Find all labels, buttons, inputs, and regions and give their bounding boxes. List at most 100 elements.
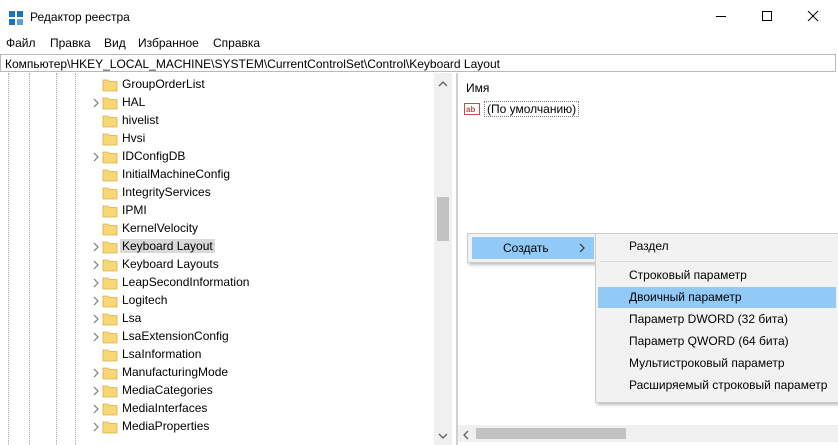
tree-item-label: Logitech: [122, 293, 168, 307]
tree-item-label: Lsa: [122, 311, 142, 325]
registry-tree: GroupOrderList HAL hivelist Hvsi IDConfigDB I…: [0, 73, 456, 445]
tree-item[interactable]: LsaExtensionConfig: [90, 328, 430, 346]
tree-vertical-scrollbar[interactable]: [434, 73, 452, 445]
tree-item[interactable]: IntegrityServices: [90, 184, 430, 202]
create-submenu: Раздел Строковый параметр Двоичный парам…: [595, 233, 838, 403]
menu-bar: Файл Правка Вид Избранное Справка: [0, 34, 838, 54]
tree-item[interactable]: IPMI: [90, 202, 430, 220]
chevron-right-icon[interactable]: [90, 403, 102, 415]
chevron-right-icon[interactable]: [90, 277, 102, 289]
tree-guide-line: [29, 73, 30, 445]
submenu-item-dword[interactable]: Параметр DWORD (32 бита): [598, 309, 836, 330]
tree-scroll-thumb[interactable]: [437, 197, 449, 241]
tree-guide-line: [56, 73, 57, 445]
chevron-right-icon[interactable]: [90, 97, 102, 109]
scroll-up-icon[interactable]: [438, 77, 448, 91]
tree-item[interactable]: LsaInformation: [90, 346, 430, 364]
tree-item-label: IDConfigDB: [122, 149, 186, 163]
tree-item-label: GroupOrderList: [122, 77, 205, 91]
chevron-right-icon[interactable]: [90, 313, 102, 325]
folder-icon: [102, 257, 118, 273]
chevron-right-icon[interactable]: [90, 421, 102, 433]
tree-item[interactable]: Logitech: [90, 292, 430, 310]
folder-icon: [102, 203, 118, 219]
chevron-right-icon[interactable]: [90, 331, 102, 343]
tree-item[interactable]: GroupOrderList: [90, 76, 430, 94]
create-label: Создать: [503, 241, 549, 255]
submenu-item-multistring[interactable]: Мультистроковый параметр: [598, 353, 836, 374]
maximize-button[interactable]: [744, 0, 790, 34]
address-bar[interactable]: Компьютер\HKEY_LOCAL_MACHINE\SYSTEM\Curr…: [0, 54, 836, 72]
tree-item-label: InitialMachineConfig: [122, 167, 231, 181]
tree-item[interactable]: KernelVelocity: [90, 220, 430, 238]
submenu-item-label: Параметр DWORD (32 бита): [629, 312, 788, 326]
folder-icon: [102, 311, 118, 327]
tree-item[interactable]: Keyboard Layouts: [90, 256, 430, 274]
chevron-right-icon[interactable]: [90, 385, 102, 397]
tree-item-label: MediaInterfaces: [122, 401, 208, 415]
menu-file[interactable]: Файл: [6, 36, 36, 50]
chevron-right-icon[interactable]: [90, 367, 102, 379]
window-title: Редактор реестра: [30, 10, 130, 24]
submenu-item-string[interactable]: Строковый параметр: [598, 265, 836, 286]
submenu-item-expandable-string[interactable]: Расширяемый строковый параметр: [598, 375, 836, 396]
tree-item[interactable]: Keyboard Layout: [90, 238, 430, 256]
folder-icon: [102, 167, 118, 183]
tree-item[interactable]: InitialMachineConfig: [90, 166, 430, 184]
folder-icon: [102, 149, 118, 165]
submenu-item-qword[interactable]: Параметр QWORD (64 бита): [598, 331, 836, 352]
folder-icon: [102, 293, 118, 309]
tree-item[interactable]: Lsa: [90, 310, 430, 328]
maximize-icon: [761, 10, 773, 25]
chevron-right-icon[interactable]: [90, 259, 102, 271]
tree-item[interactable]: MediaProperties: [90, 418, 430, 436]
chevron-right-icon[interactable]: [90, 151, 102, 163]
scroll-down-icon[interactable]: [438, 429, 448, 443]
chevron-right-icon[interactable]: [90, 295, 102, 307]
values-horizontal-scrollbar[interactable]: [458, 425, 838, 442]
tree-item-label: MediaProperties: [122, 419, 210, 433]
regedit-app-icon: [8, 10, 24, 26]
menu-view[interactable]: Вид: [104, 36, 126, 50]
tree-item-label: LeapSecondInformation: [122, 275, 250, 289]
menu-help[interactable]: Справка: [213, 36, 260, 50]
svg-text:ab: ab: [466, 105, 475, 114]
tree-item[interactable]: hivelist: [90, 112, 430, 130]
title-bar: Редактор реестра: [0, 0, 838, 34]
menu-favorites[interactable]: Избранное: [138, 36, 199, 50]
folder-icon: [102, 347, 118, 363]
tree-item[interactable]: IDConfigDB: [90, 148, 430, 166]
column-header-name[interactable]: Имя: [466, 81, 489, 95]
tree-item[interactable]: ManufacturingMode: [90, 364, 430, 382]
folder-icon: [102, 221, 118, 237]
context-menu-create[interactable]: Создать: [472, 237, 594, 259]
tree-item-label: Hvsi: [122, 131, 146, 145]
values-scroll-thumb[interactable]: [476, 428, 626, 439]
submenu-item-label: Расширяемый строковый параметр: [629, 378, 828, 392]
minimize-button[interactable]: [698, 0, 744, 34]
tree-item[interactable]: MediaCategories: [90, 382, 430, 400]
submenu-item-label: Двоичный параметр: [629, 290, 742, 304]
tree-item-label: IPMI: [122, 203, 147, 217]
submenu-item-binary[interactable]: Двоичный параметр: [598, 287, 836, 308]
folder-icon: [102, 95, 118, 111]
submenu-separator: [600, 261, 832, 262]
scroll-left-icon[interactable]: [462, 429, 470, 443]
chevron-right-icon[interactable]: [90, 241, 102, 253]
tree-item[interactable]: Hvsi: [90, 130, 430, 148]
menu-edit[interactable]: Правка: [50, 36, 91, 50]
tree-item[interactable]: LeapSecondInformation: [90, 274, 430, 292]
close-button[interactable]: [790, 0, 836, 34]
tree-item-label: LsaInformation: [122, 347, 202, 361]
folder-icon: [102, 113, 118, 129]
folder-icon: [102, 419, 118, 435]
tree-guide-line: [8, 73, 9, 445]
tree-item-label: hivelist: [122, 113, 159, 127]
folder-icon: [102, 185, 118, 201]
submenu-item-key[interactable]: Раздел: [598, 236, 836, 257]
tree-item[interactable]: MediaInterfaces: [90, 400, 430, 418]
folder-icon: [102, 131, 118, 147]
tree-item[interactable]: HAL: [90, 94, 430, 112]
tree-item-label: LsaExtensionConfig: [122, 329, 229, 343]
folder-icon: [102, 77, 118, 93]
